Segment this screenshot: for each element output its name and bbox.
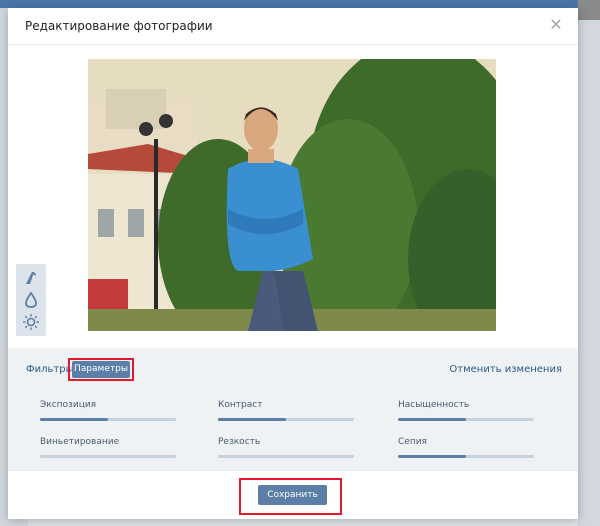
- slider-fill: [398, 418, 466, 421]
- slider-fill: [398, 455, 466, 458]
- edited-photo: [88, 59, 496, 331]
- modal-header: Редактирование фотографии ✕: [8, 8, 578, 45]
- slider-label: Резкость: [218, 437, 261, 447]
- slider-track[interactable]: [218, 418, 354, 421]
- brightness-icon[interactable]: [21, 312, 41, 332]
- modal-title: Редактирование фотографии: [25, 19, 213, 33]
- tab-parameters[interactable]: Параметры: [72, 361, 130, 378]
- page-background-right: [578, 0, 600, 526]
- slider-label: Контраст: [218, 400, 263, 410]
- reset-changes-link[interactable]: Отменить изменения: [449, 364, 562, 375]
- slider-track[interactable]: [40, 418, 176, 421]
- page-avatar-corner: [578, 0, 600, 20]
- slider-track[interactable]: [398, 418, 534, 421]
- tool-palette: [16, 264, 46, 336]
- drop-icon[interactable]: [21, 290, 41, 310]
- page-top-bar: [0, 0, 600, 8]
- save-button[interactable]: Сохранить: [258, 485, 327, 505]
- slider-label: Сепия: [398, 437, 427, 447]
- close-icon[interactable]: ✕: [548, 17, 564, 33]
- slider-fill: [218, 418, 286, 421]
- slider-label: Виньетирование: [40, 437, 120, 447]
- photo-area: [8, 45, 578, 348]
- text-tool-icon[interactable]: [21, 268, 41, 288]
- slider-label: Экспозиция: [40, 400, 97, 410]
- tab-filters[interactable]: Фильтры: [26, 364, 73, 375]
- slider-track[interactable]: [218, 455, 354, 458]
- modal-footer: Сохранить: [8, 470, 578, 519]
- slider-label: Насыщенность: [398, 400, 470, 410]
- adjustment-panel: Фильтры Параметры Отменить изменения Экс…: [8, 348, 578, 470]
- slider-track[interactable]: [40, 455, 176, 458]
- slider-track[interactable]: [398, 455, 534, 458]
- slider-fill: [40, 418, 108, 421]
- photo-image: [88, 59, 496, 331]
- photo-edit-modal: Редактирование фотографии ✕ Фильтры Пара…: [8, 8, 578, 519]
